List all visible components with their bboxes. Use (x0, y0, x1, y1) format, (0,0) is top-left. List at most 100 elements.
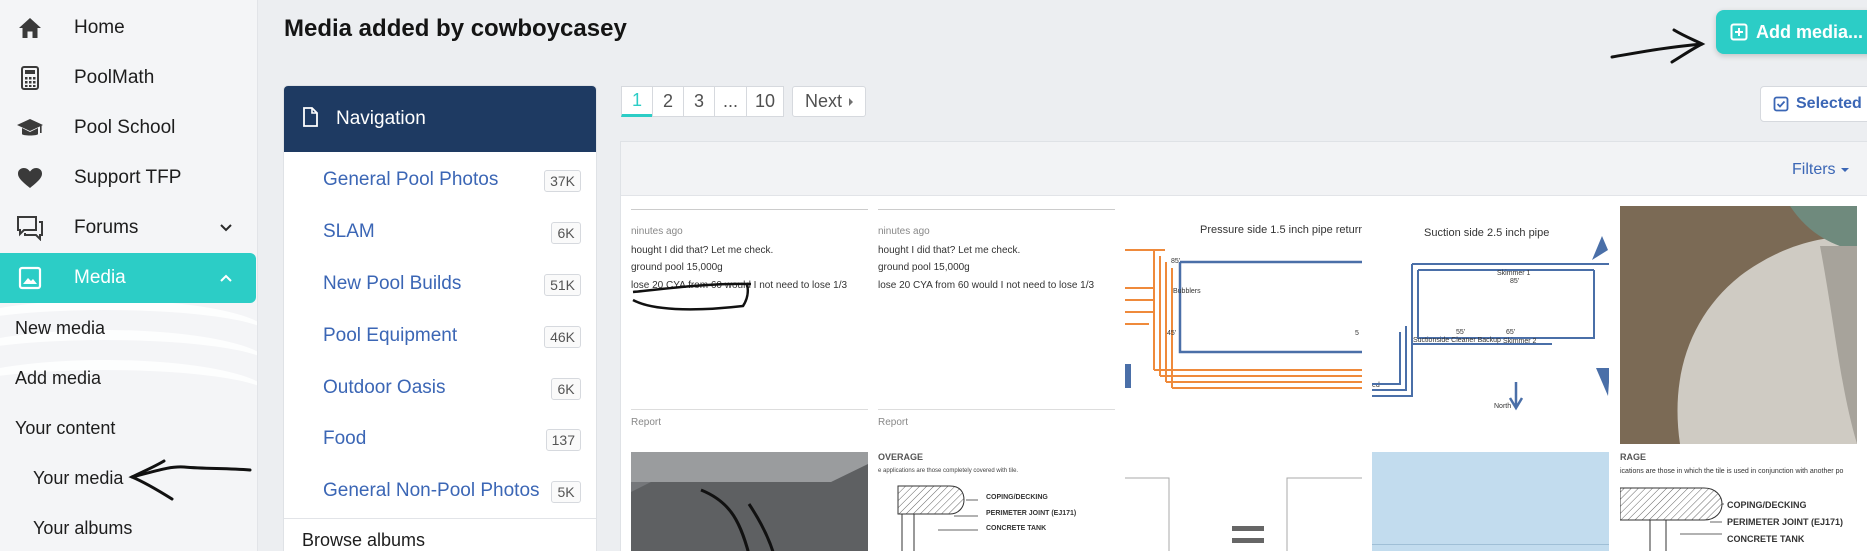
thumb-text: OVERAGE (878, 452, 924, 462)
thumb-text: 85' (1171, 258, 1181, 265)
selected-button[interactable]: Selected (1760, 86, 1867, 122)
media-thumbnail[interactable] (1372, 452, 1609, 551)
category-count: 37K (544, 170, 581, 192)
caret-down-icon (1840, 167, 1849, 172)
thumb-text: COPING/DECKING (1727, 500, 1807, 510)
category-count: 6K (551, 378, 581, 400)
pagination: 1 2 3 ... 10 Next (621, 86, 867, 117)
divider (631, 409, 868, 410)
media-grid-header: Filters (621, 142, 1867, 196)
media-thumbnail[interactable] (1125, 452, 1362, 551)
category-label: Outdoor Oasis (323, 377, 446, 398)
divider (631, 209, 868, 210)
sidebar-item-pool-school[interactable]: Pool School (0, 103, 256, 153)
category-count: 6K (551, 222, 581, 244)
sidebar-item-forums[interactable]: Forums (0, 203, 256, 253)
page-link-10[interactable]: 10 (746, 86, 785, 117)
category-count: 51K (544, 274, 581, 296)
thumb-text: hought I did that? Let me check. (878, 245, 1021, 256)
chevron-down-icon[interactable] (218, 220, 234, 236)
annotation-arrow (1610, 28, 1706, 64)
media-thumbnail[interactable]: Pressure side 1.5 inch pipe return 85' B… (1125, 206, 1362, 444)
category-food[interactable]: Food 137 (323, 424, 581, 454)
category-label: New Pool Builds (323, 273, 462, 294)
page-title: Media added by cowboycasey (284, 15, 627, 42)
sidebar-item-poolmath[interactable]: PoolMath (0, 53, 256, 103)
sidebar-subitem-your-media[interactable]: Your media (33, 468, 123, 489)
media-thumbnail[interactable] (1620, 206, 1857, 444)
filters-button[interactable]: Filters (1792, 161, 1849, 179)
report-link[interactable]: Report (878, 417, 908, 428)
sidebar-item-support-tfp[interactable]: Support TFP (0, 153, 256, 203)
thumb-text: 45' (1167, 330, 1177, 337)
category-label: General Non-Pool Photos (323, 480, 540, 501)
divider (878, 209, 1115, 210)
add-media-button[interactable]: Add media... (1716, 10, 1867, 54)
sidebar-subitem-your-content[interactable]: Your content (15, 418, 115, 439)
graduation-cap-icon (16, 115, 44, 141)
thumb-text: ninutes ago (631, 226, 683, 237)
thumb-text: Suctionside Cleaner Backup (1413, 337, 1501, 344)
page-ellipsis[interactable]: ... (714, 86, 748, 117)
thumb-text: Skimmer 1 (1497, 270, 1531, 277)
thumb-text: RAGE (1620, 452, 1647, 462)
home-icon (16, 15, 44, 41)
chevron-up-icon[interactable] (218, 270, 234, 286)
thumb-text: Bubblers (1173, 288, 1201, 295)
page-link-2[interactable]: 2 (652, 86, 684, 117)
media-grid-panel: Filters ninutes ago hought I did that? L… (621, 142, 1867, 551)
photo-content (631, 452, 868, 551)
thumb-text: 5 (1355, 330, 1359, 337)
selected-label: Selected (1796, 95, 1862, 112)
category-general-non-pool-photos[interactable]: General Non-Pool Photos 5K (323, 476, 581, 506)
media-thumbnail[interactable]: OVERAGE e applications are those complet… (878, 452, 1115, 551)
thumb-text: CONCRETE TANK (986, 525, 1047, 532)
media-thumbnail[interactable] (631, 452, 868, 551)
thumb-text: COPING/DECKING (986, 494, 1048, 501)
media-thumbnail[interactable]: ninutes ago hought I did that? Let me ch… (631, 206, 868, 444)
thumb-text: PERIMETER JOINT (EJ171) (1727, 517, 1844, 527)
navigation-header-label: Navigation (336, 108, 426, 129)
heart-icon (16, 165, 44, 191)
divider (1372, 544, 1609, 545)
caret-right-icon (849, 97, 854, 106)
report-link[interactable]: Report (631, 417, 661, 428)
media-thumbnail[interactable]: RAGE ications are those in which the til… (1620, 452, 1857, 551)
thumb-text: hought I did that? Let me check. (631, 245, 774, 256)
category-outdoor-oasis[interactable]: Outdoor Oasis 6K (323, 373, 581, 403)
thumb-text: lose 20 CYA from 60 would I not need to … (878, 280, 1095, 291)
sidebar-subitem-your-albums[interactable]: Your albums (33, 518, 132, 539)
sidebar-item-label: Forums (74, 217, 139, 238)
category-label: Food (323, 428, 367, 449)
category-new-pool-builds[interactable]: New Pool Builds 51K (323, 269, 581, 299)
thumb-text: 85' (1510, 278, 1520, 285)
page-link-1[interactable]: 1 (621, 86, 653, 117)
sidebar-item-media[interactable]: Media (0, 253, 256, 303)
annotation-arrow (128, 459, 252, 501)
sidebar-subitem-add-media[interactable]: Add media (15, 368, 101, 389)
category-count: 5K (551, 481, 581, 503)
media-thumbnail[interactable]: Suction side 2.5 inch pipe ed Skimmer 1 … (1372, 206, 1609, 444)
browse-albums-link[interactable]: Browse albums (302, 530, 425, 551)
category-pool-equipment[interactable]: Pool Equipment 46K (323, 321, 581, 351)
thumb-text: Skimmer 2 (1503, 338, 1537, 345)
thumb-text: CONCRETE TANK (1727, 534, 1805, 544)
comments-icon (16, 215, 44, 241)
page-link-3[interactable]: 3 (683, 86, 715, 117)
sidebar-item-label: Media (74, 267, 126, 288)
next-page-button[interactable]: Next (792, 86, 867, 117)
category-count: 137 (545, 429, 581, 451)
sidebar-item-label: PoolMath (74, 67, 155, 88)
thumb-text: e applications are those completely cove… (878, 468, 1019, 474)
divider (284, 518, 596, 519)
media-thumbnail[interactable]: ninutes ago hought I did that? Let me ch… (878, 206, 1115, 444)
sidebar-subitem-new-media[interactable]: New media (15, 318, 105, 339)
photo-content (1620, 206, 1857, 444)
navigation-header: Navigation (284, 86, 596, 152)
category-slam[interactable]: SLAM 6K (323, 217, 581, 247)
sidebar-item-home[interactable]: Home (0, 3, 256, 53)
filters-label: Filters (1792, 161, 1836, 178)
thumb-text: 65' (1506, 329, 1516, 336)
category-count: 46K (544, 326, 581, 348)
category-general-pool-photos[interactable]: General Pool Photos 37K (323, 165, 581, 195)
